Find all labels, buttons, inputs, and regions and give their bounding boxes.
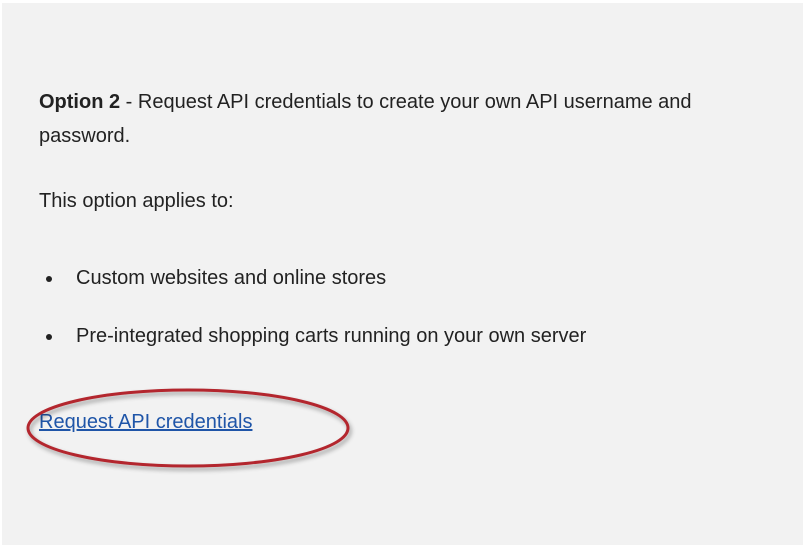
option-description: Option 2 - Request API credentials to cr… [39, 85, 759, 153]
list-item-label: Custom websites and online stores [76, 267, 387, 289]
list-item: Custom websites and online stores [39, 266, 586, 290]
request-api-credentials-link[interactable]: Request API credentials [39, 410, 252, 434]
bullet-icon [46, 334, 52, 340]
list-item: Pre-integrated shopping carts running on… [39, 324, 586, 348]
applies-list: Custom websites and online stores Pre-in… [39, 266, 586, 382]
applies-heading: This option applies to: [39, 190, 234, 212]
content-panel: Option 2 - Request API credentials to cr… [2, 3, 803, 545]
bullet-icon [46, 276, 52, 282]
option-description-text: - Request API credentials to create your… [39, 91, 692, 147]
list-item-label: Pre-integrated shopping carts running on… [76, 325, 587, 347]
option-label: Option 2 [39, 91, 121, 113]
